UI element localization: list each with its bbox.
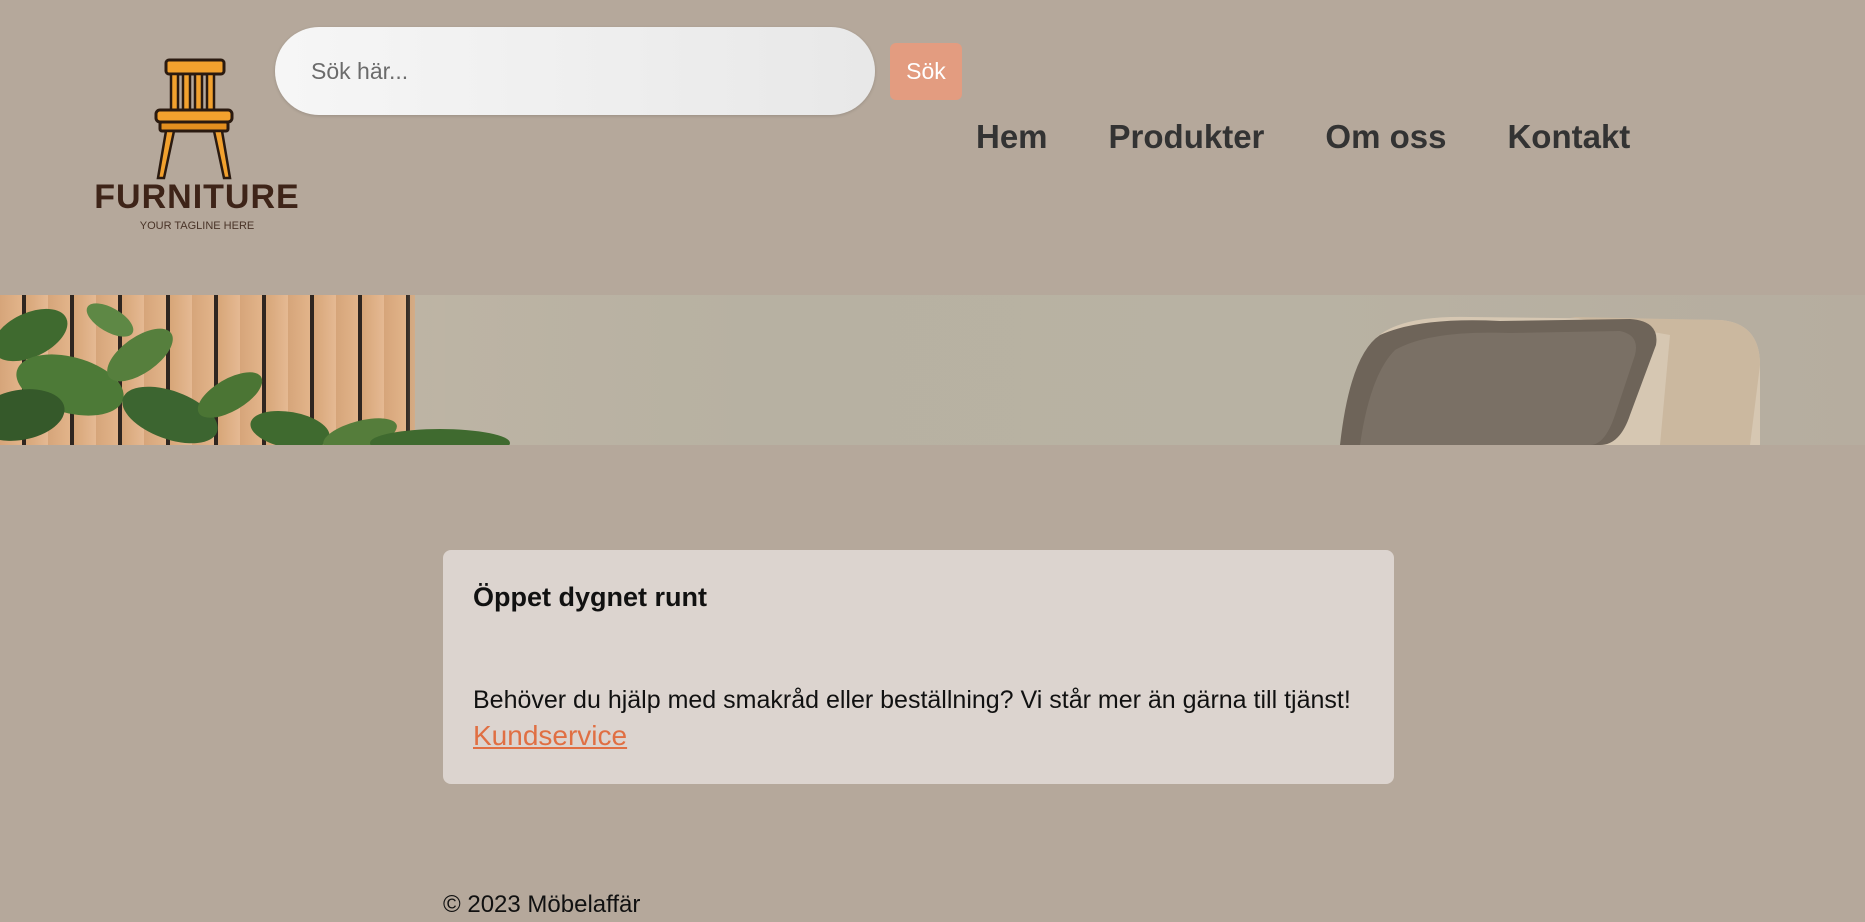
card-text: Behöver du hjälp med smakråd eller bestä…: [473, 686, 1351, 714]
info-card: Öppet dygnet runt Behöver du hjälp med s…: [443, 550, 1394, 784]
footer-copyright: © 2023 Möbelaffär: [443, 891, 641, 918]
site-header: FURNITURE YOUR TAGLINE HERE Sök Hem Prod…: [0, 0, 1865, 295]
customer-service-link[interactable]: Kundservice: [473, 718, 627, 754]
nav-item-produkter[interactable]: Produkter: [1109, 112, 1265, 162]
card-title: Öppet dygnet runt: [473, 582, 707, 612]
page: FURNITURE YOUR TAGLINE HERE Sök Hem Prod…: [0, 0, 1865, 922]
logo[interactable]: FURNITURE YOUR TAGLINE HERE: [88, 56, 306, 236]
nav-item-kontakt[interactable]: Kontakt: [1507, 112, 1630, 162]
search-button[interactable]: Sök: [890, 43, 962, 100]
chair-icon: [154, 58, 234, 180]
search-input[interactable]: [275, 27, 875, 115]
nav-item-om-oss[interactable]: Om oss: [1325, 112, 1446, 162]
main-nav: Hem Produkter Om oss Kontakt: [976, 112, 1630, 162]
logo-title: FURNITURE: [94, 178, 300, 216]
logo-tagline: YOUR TAGLINE HERE: [139, 220, 255, 232]
plant-image: [0, 303, 510, 445]
nav-item-hem[interactable]: Hem: [976, 112, 1048, 162]
armchair-image: [1340, 316, 1760, 445]
hero-banner: [0, 295, 1865, 445]
